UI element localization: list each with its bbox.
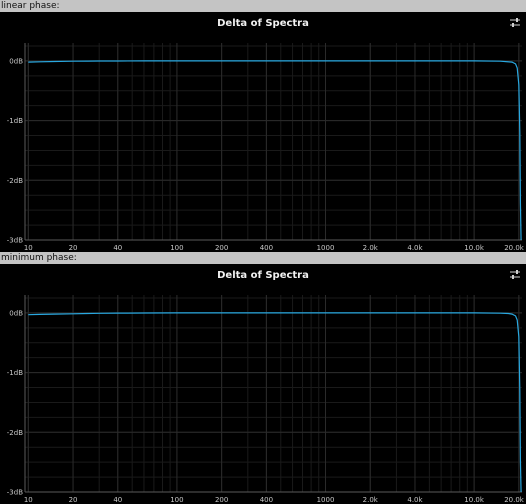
x-tick-label: 200 [215,496,228,504]
y-tick-label: -2dB [7,177,23,185]
x-tick-label: 4.0k [407,244,423,252]
section-label-minimum-phase: minimum phase: [1,253,77,263]
analysis-window: linear phase: 0dB -1dB -2dB -3dB 10 20 40 100 20… [0,0,526,504]
grid-lines [25,295,522,493]
y-tick-label: -1dB [7,117,23,125]
x-tick-label: 400 [260,496,273,504]
grid-lines [25,43,522,241]
delta-of-spectra-chart-linear: 0dB -1dB -2dB -3dB10 20 40 100 200 400 1000 2.0k 4.… [7,43,525,252]
x-tick-label: 20.0k [504,496,525,504]
x-tick-label: 10.0k [464,496,485,504]
chart-title: Delta of Spectra [217,270,309,281]
chart-panel-linear-phase: 0dB -1dB -2dB -3dB 10 20 40 100 200 400 1000 2.0k 4.… [0,12,526,252]
y-tick-label: -1dB [7,369,23,377]
y-tick-label: -3dB [7,489,23,497]
delta-of-spectra-chart-minimum: 0dB -1dB -2dB -3dB10 20 40 100 200 400 1000 2.0k 4.… [7,295,525,504]
x-tick-label: 2.0k [363,496,379,504]
settings-sliders-icon[interactable] [508,16,522,30]
x-tick-label: 10 [24,496,33,504]
x-tick-label: 100 [170,244,183,252]
x-tick-label: 20 [69,244,78,252]
x-tick-label: 40 [113,496,122,504]
x-tick-label: 20.0k [504,244,525,252]
x-tick-label: 400 [260,244,273,252]
x-tick-label: 100 [170,496,183,504]
x-tick-label: 40 [113,244,122,252]
y-tick-label: -2dB [7,429,23,437]
y-tick-label: 0dB [9,57,23,65]
x-tick-label: 1000 [317,244,335,252]
x-tick-label: 10 [24,244,33,252]
y-tick-label: -3dB [7,237,23,245]
section-label-linear-phase: linear phase: [1,1,60,11]
x-tick-label: 2.0k [363,244,379,252]
x-tick-label: 1000 [317,496,335,504]
x-tick-label: 10.0k [464,244,485,252]
x-tick-label: 200 [215,244,228,252]
chart-panel-minimum-phase: 0dB -1dB -2dB -3dB 10 20 40 100 200 400 1000 2.0k 4.… [0,264,526,504]
chart-title: Delta of Spectra [217,18,309,29]
settings-sliders-icon[interactable] [508,268,522,282]
x-tick-label: 4.0k [407,496,423,504]
x-tick-label: 20 [69,496,78,504]
y-tick-label: 0dB [9,309,23,317]
